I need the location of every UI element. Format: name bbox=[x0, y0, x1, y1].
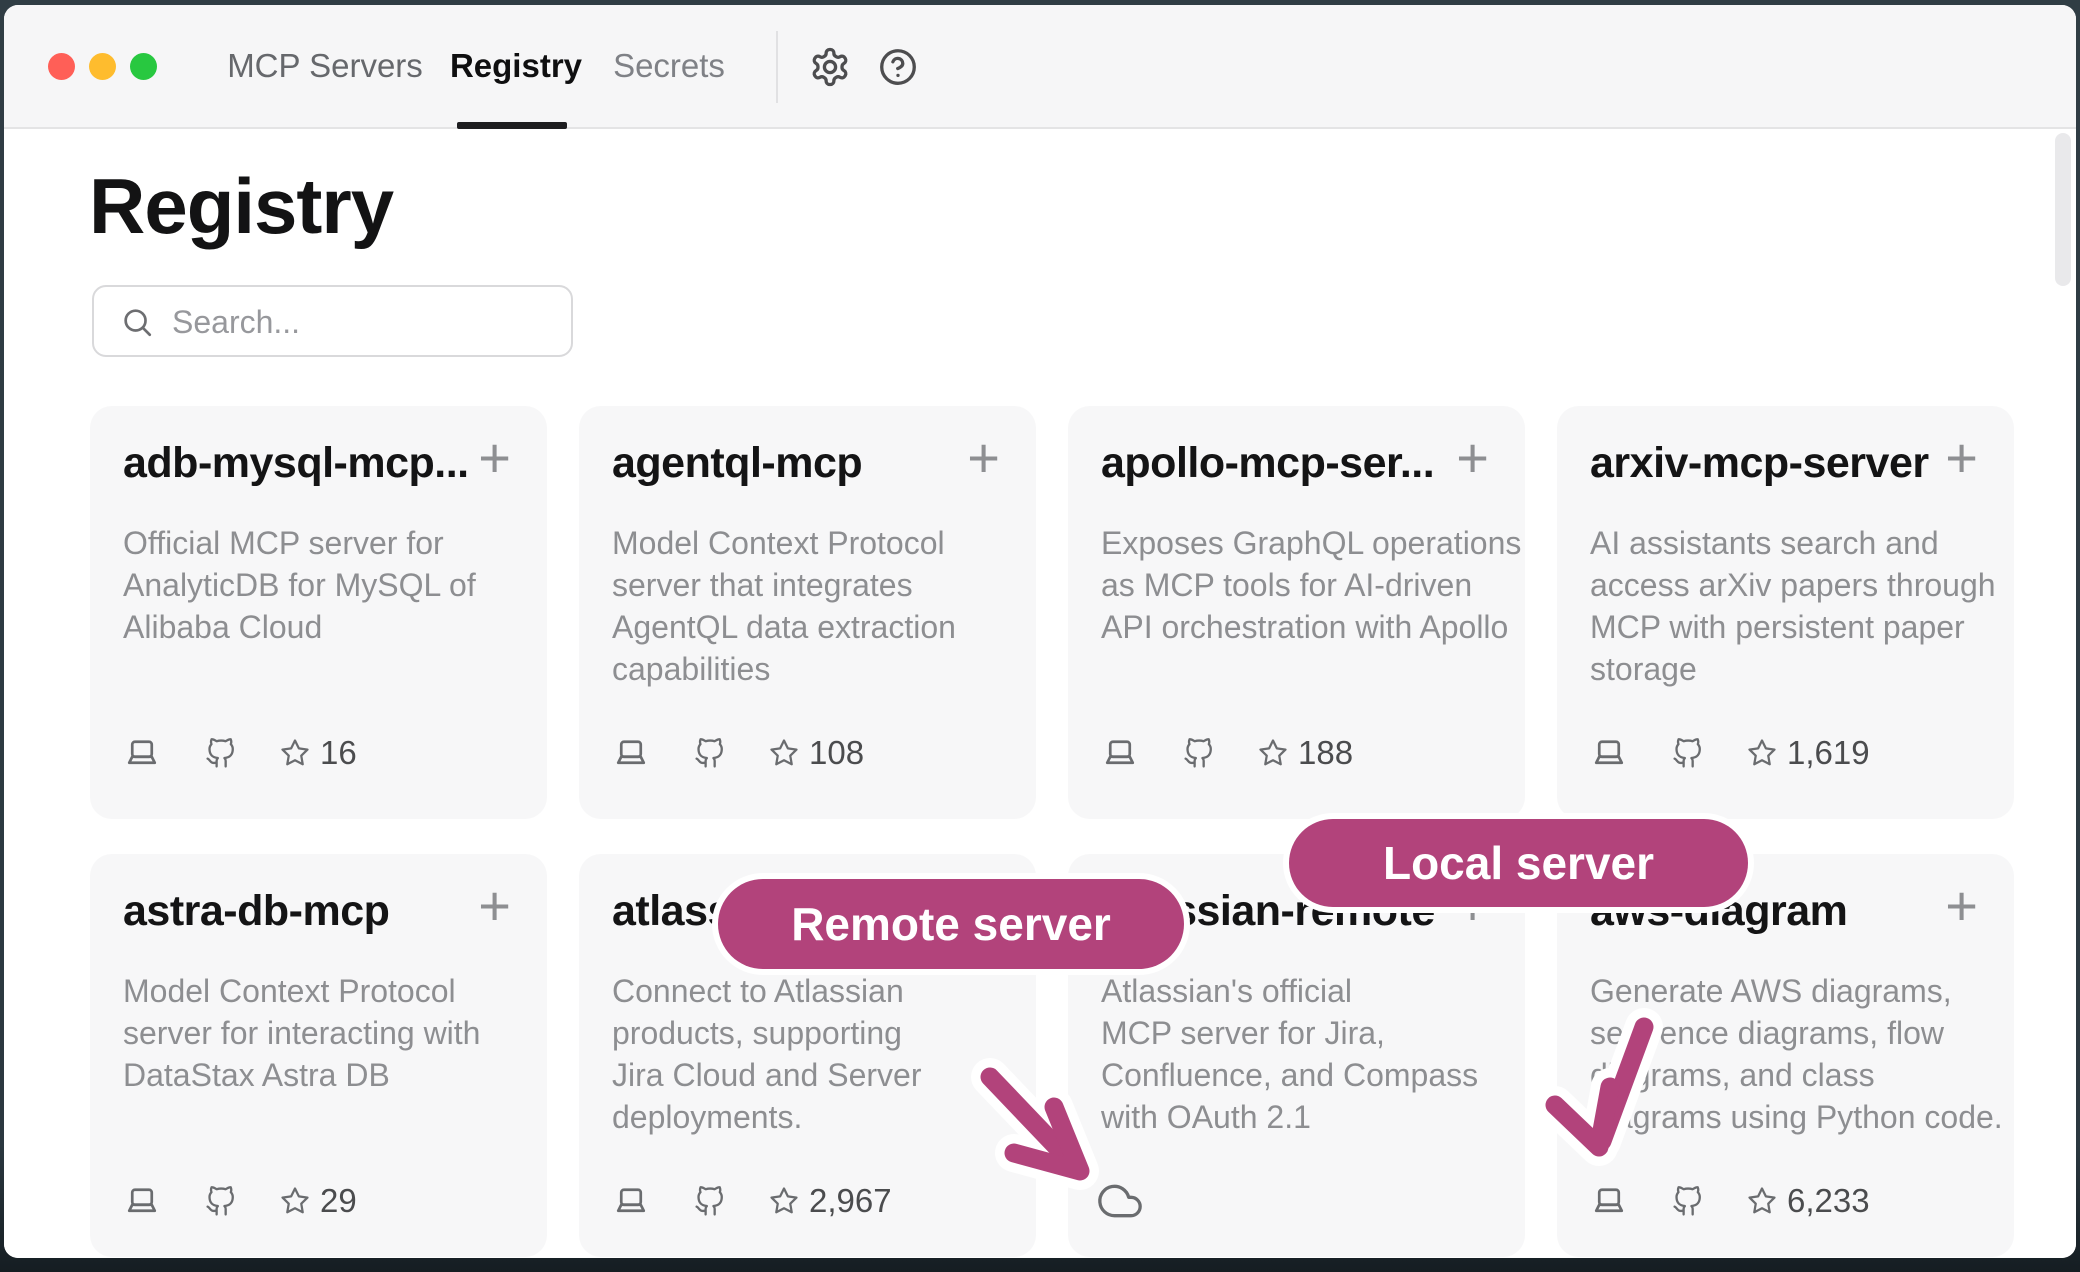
server-card-adb-mysql[interactable]: adb-mysql-mcp... + Official MCP server f… bbox=[90, 406, 547, 819]
star-count: 6,233 bbox=[1787, 1182, 1870, 1220]
app-window: MCP Servers Registry Secrets Registry bbox=[4, 5, 2076, 1258]
github-icon bbox=[205, 1186, 236, 1217]
titlebar: MCP Servers Registry Secrets bbox=[4, 5, 2076, 129]
add-server-button[interactable]: + bbox=[478, 428, 511, 488]
star-icon bbox=[280, 1186, 310, 1216]
callout-local-server: Local server bbox=[1289, 819, 1748, 907]
tab-registry[interactable]: Registry bbox=[444, 5, 588, 127]
github-icon bbox=[1183, 738, 1214, 769]
card-title: astra-db-mcp bbox=[123, 887, 389, 936]
star-count: 29 bbox=[320, 1182, 357, 1220]
github-icon bbox=[694, 738, 725, 769]
card-footer: 108 bbox=[612, 733, 864, 773]
add-server-button[interactable]: + bbox=[1456, 428, 1489, 488]
toolbar-divider bbox=[776, 31, 778, 103]
gear-icon bbox=[809, 46, 851, 88]
traffic-light-close-button[interactable] bbox=[48, 53, 75, 80]
star-icon bbox=[280, 738, 310, 768]
card-footer: 1,619 bbox=[1590, 733, 1870, 773]
card-description: AI assistants search and access arXiv pa… bbox=[1590, 522, 1996, 690]
card-footer: 29 bbox=[123, 1181, 357, 1221]
card-title: agentql-mcp bbox=[612, 439, 862, 488]
star-icon bbox=[769, 738, 799, 768]
card-description: Model Context Protocol server that integ… bbox=[612, 522, 956, 690]
add-server-button[interactable]: + bbox=[1945, 428, 1978, 488]
star-count: 1,619 bbox=[1787, 734, 1870, 772]
search-icon bbox=[120, 305, 154, 339]
cloud-icon bbox=[1096, 1179, 1144, 1223]
card-title: apollo-mcp-ser... bbox=[1101, 439, 1434, 488]
laptop-icon bbox=[123, 735, 161, 771]
card-description: Exposes GraphQL operations as MCP tools … bbox=[1101, 522, 1521, 648]
card-footer: 6,233 bbox=[1590, 1181, 1870, 1221]
star-count: 16 bbox=[320, 734, 357, 772]
scrollbar-thumb[interactable] bbox=[2055, 133, 2071, 286]
add-server-button[interactable]: + bbox=[967, 428, 1000, 488]
card-description: Generate AWS diagrams, sequence diagrams… bbox=[1590, 970, 2003, 1138]
server-card-apollo[interactable]: apollo-mcp-ser... + Exposes GraphQL oper… bbox=[1068, 406, 1525, 819]
github-icon bbox=[694, 1186, 725, 1217]
laptop-icon bbox=[612, 735, 650, 771]
search-box bbox=[92, 285, 573, 357]
laptop-icon bbox=[1590, 1183, 1628, 1219]
page-title: Registry bbox=[89, 161, 393, 252]
add-server-button[interactable]: + bbox=[478, 876, 511, 936]
card-description: Atlassian's official MCP server for Jira… bbox=[1101, 970, 1478, 1138]
help-button[interactable] bbox=[870, 39, 926, 95]
active-tab-indicator bbox=[457, 122, 567, 129]
card-footer: 188 bbox=[1101, 733, 1353, 773]
card-description: Connect to Atlassian products, supportin… bbox=[612, 970, 921, 1138]
laptop-icon bbox=[123, 1183, 161, 1219]
add-server-button[interactable]: + bbox=[1945, 876, 1978, 936]
help-icon bbox=[877, 46, 919, 88]
callout-remote-server: Remote server bbox=[718, 879, 1184, 969]
star-icon bbox=[769, 1186, 799, 1216]
star-icon bbox=[1258, 738, 1288, 768]
server-card-astra-db[interactable]: astra-db-mcp + Model Context Protocol se… bbox=[90, 854, 547, 1257]
server-card-arxiv[interactable]: arxiv-mcp-server + AI assistants search … bbox=[1557, 406, 2014, 819]
star-icon bbox=[1747, 738, 1777, 768]
laptop-icon bbox=[612, 1183, 650, 1219]
star-icon bbox=[1747, 1186, 1777, 1216]
star-count: 188 bbox=[1298, 734, 1353, 772]
card-footer bbox=[1101, 1181, 1144, 1221]
tab-mcp-servers[interactable]: MCP Servers bbox=[226, 5, 424, 127]
traffic-light-minimize-button[interactable] bbox=[89, 53, 116, 80]
card-description: Model Context Protocol server for intera… bbox=[123, 970, 480, 1096]
card-description: Official MCP server for AnalyticDB for M… bbox=[123, 522, 476, 648]
card-title: arxiv-mcp-server bbox=[1590, 439, 1929, 488]
desktop-background: { "window": { "traffic_lights": { "close… bbox=[0, 0, 2080, 1272]
traffic-light-zoom-button[interactable] bbox=[130, 53, 157, 80]
laptop-icon bbox=[1101, 735, 1139, 771]
search-input[interactable] bbox=[170, 287, 554, 357]
laptop-icon bbox=[1590, 735, 1628, 771]
settings-button[interactable] bbox=[802, 39, 858, 95]
callout-remote-label: Remote server bbox=[791, 897, 1111, 951]
star-count: 2,967 bbox=[809, 1182, 892, 1220]
github-icon bbox=[1672, 1186, 1703, 1217]
callout-local-label: Local server bbox=[1383, 836, 1654, 890]
server-card-agentql[interactable]: agentql-mcp + Model Context Protocol ser… bbox=[579, 406, 1036, 819]
github-icon bbox=[205, 738, 236, 769]
tab-secrets[interactable]: Secrets bbox=[600, 5, 738, 127]
card-footer: 2,967 bbox=[612, 1181, 892, 1221]
github-icon bbox=[1672, 738, 1703, 769]
card-footer: 16 bbox=[123, 733, 357, 773]
star-count: 108 bbox=[809, 734, 864, 772]
card-title: adb-mysql-mcp... bbox=[123, 439, 469, 488]
registry-page: Registry adb-mysql-mcp... + Official MCP… bbox=[4, 129, 2076, 1258]
server-card-aws-diagram[interactable]: aws-diagram + Generate AWS diagrams, seq… bbox=[1557, 854, 2014, 1257]
